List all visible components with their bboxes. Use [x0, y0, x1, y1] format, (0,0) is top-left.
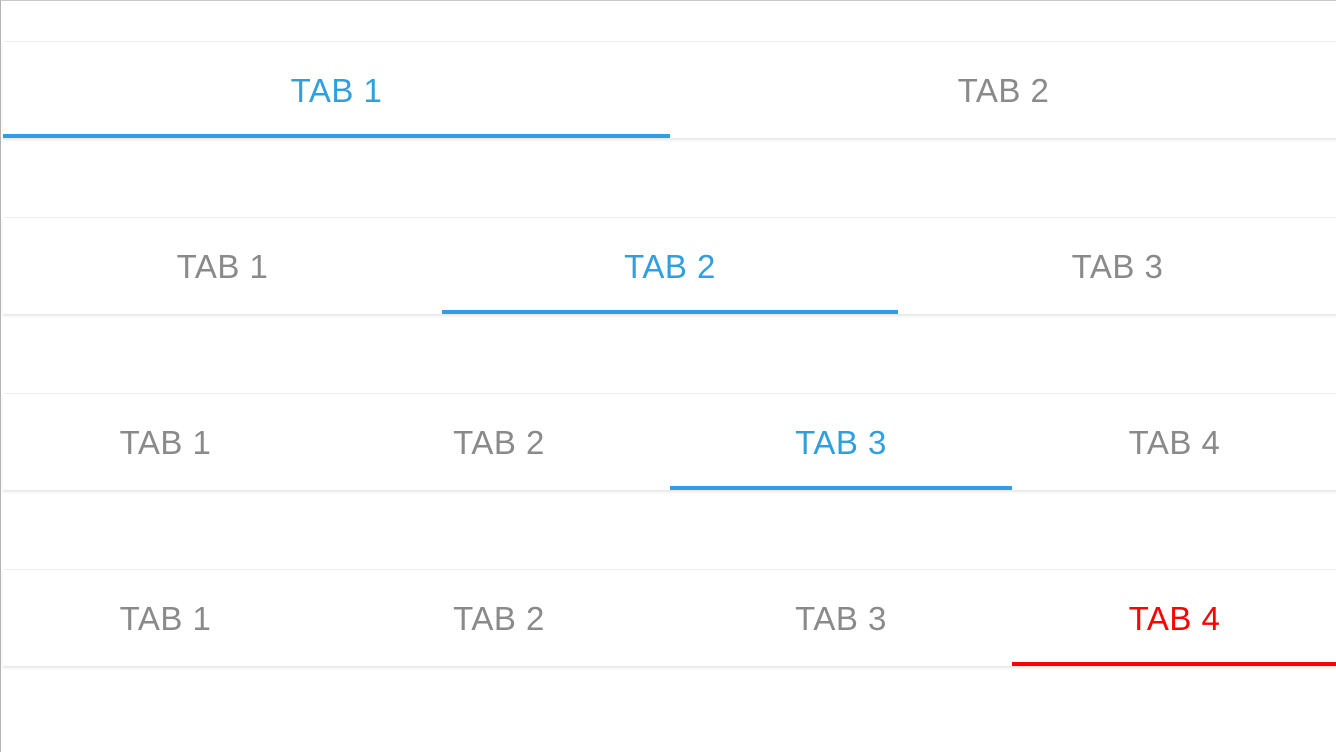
tab-1[interactable]: TAB 1 [3, 42, 670, 138]
tab-2[interactable]: TAB 2 [328, 570, 670, 666]
tab-label: TAB 1 [176, 247, 269, 285]
tab-bar-three-tabs: TAB 1 TAB 2 TAB 3 [3, 217, 1336, 314]
tab-label: TAB 4 [1128, 423, 1221, 461]
tab-label: TAB 1 [119, 599, 212, 637]
tab-label: TAB 3 [1071, 247, 1164, 285]
tab-label: TAB 3 [795, 423, 887, 461]
tab-3[interactable]: TAB 3 [670, 394, 1012, 490]
tab-label: TAB 2 [453, 599, 545, 637]
tab-label: TAB 1 [290, 71, 383, 109]
tab-2[interactable]: TAB 2 [328, 394, 670, 490]
tab-bar-two-tabs: TAB 1 TAB 2 [3, 41, 1336, 138]
tab-label: TAB 4 [1128, 599, 1221, 637]
tab-label: TAB 1 [119, 423, 212, 461]
tab-4[interactable]: TAB 4 [1012, 570, 1336, 666]
tab-2[interactable]: TAB 2 [442, 218, 898, 314]
tab-label: TAB 2 [624, 247, 716, 285]
tab-label: TAB 3 [795, 599, 887, 637]
active-tab-indicator [1012, 662, 1336, 666]
tab-3[interactable]: TAB 3 [898, 218, 1336, 314]
tab-3[interactable]: TAB 3 [670, 570, 1012, 666]
tab-bar-four-tabs: TAB 1 TAB 2 TAB 3 TAB 4 [3, 393, 1336, 490]
tab-bar-four-tabs-red: TAB 1 TAB 2 TAB 3 TAB 4 [3, 569, 1336, 666]
active-tab-indicator [442, 310, 898, 314]
tab-1[interactable]: TAB 1 [3, 570, 328, 666]
tab-2[interactable]: TAB 2 [670, 42, 1336, 138]
active-tab-indicator [670, 486, 1012, 490]
tab-4[interactable]: TAB 4 [1012, 394, 1336, 490]
app-frame: TAB 1 TAB 2 TAB 1 TAB 2 TAB 3 TAB 1 TAB … [0, 0, 1336, 752]
active-tab-indicator [3, 134, 670, 138]
tab-label: TAB 2 [453, 423, 545, 461]
tab-1[interactable]: TAB 1 [3, 218, 442, 314]
tab-label: TAB 2 [957, 71, 1050, 109]
tab-1[interactable]: TAB 1 [3, 394, 328, 490]
